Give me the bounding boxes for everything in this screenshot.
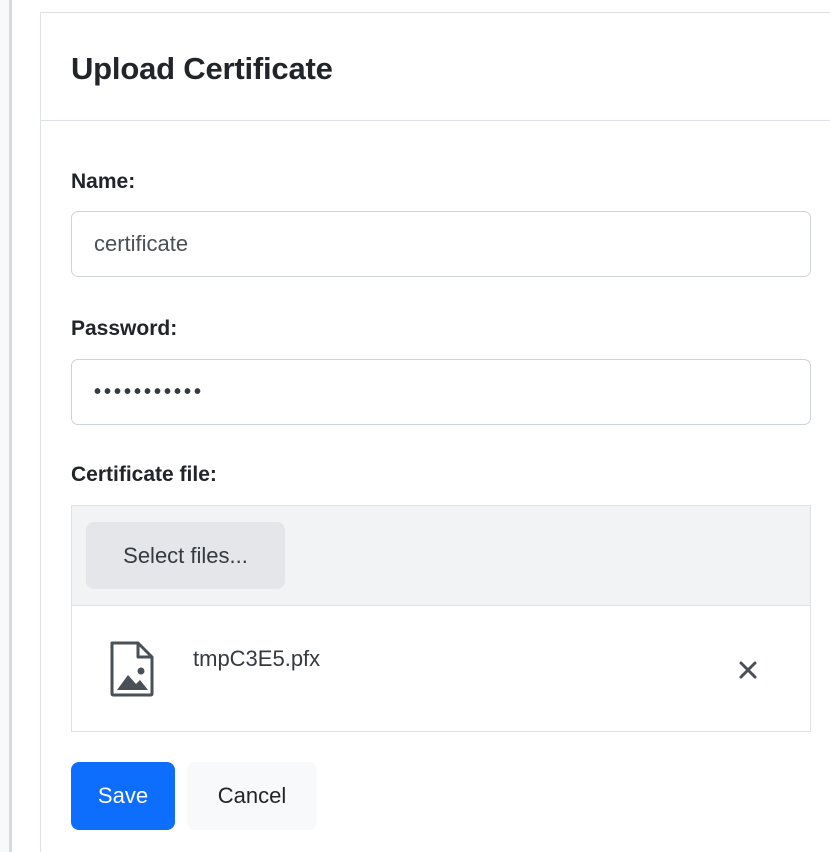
file-list-item: tmpC3E5.pfx	[72, 606, 810, 732]
page-left-edge	[0, 0, 12, 852]
name-input-value: certificate	[94, 231, 189, 256]
remove-file-button[interactable]	[736, 658, 760, 682]
password-label: Password:	[71, 317, 178, 340]
file-image-icon	[110, 641, 154, 697]
close-icon	[739, 661, 757, 679]
password-input[interactable]: •••••••••••	[71, 359, 811, 425]
select-files-button[interactable]: Select files...	[86, 522, 285, 589]
name-label: Name:	[71, 170, 136, 193]
file-upload: Select files... tmpC3E5.pfx	[71, 505, 811, 732]
cancel-button[interactable]: Cancel	[187, 762, 317, 830]
file-name: tmpC3E5.pfx	[193, 646, 321, 671]
name-input[interactable]: certificate	[71, 211, 811, 277]
password-input-value: •••••••••••	[94, 380, 205, 403]
dialog-title: Upload Certificate	[71, 51, 333, 86]
save-button[interactable]: Save	[71, 762, 175, 830]
dialog-header: Upload Certificate	[41, 13, 830, 121]
certificate-file-label: Certificate file:	[71, 463, 217, 486]
upload-certificate-dialog: Upload Certificate Name: certificate Pas…	[40, 12, 830, 852]
upload-toolbar: Select files...	[72, 506, 810, 606]
